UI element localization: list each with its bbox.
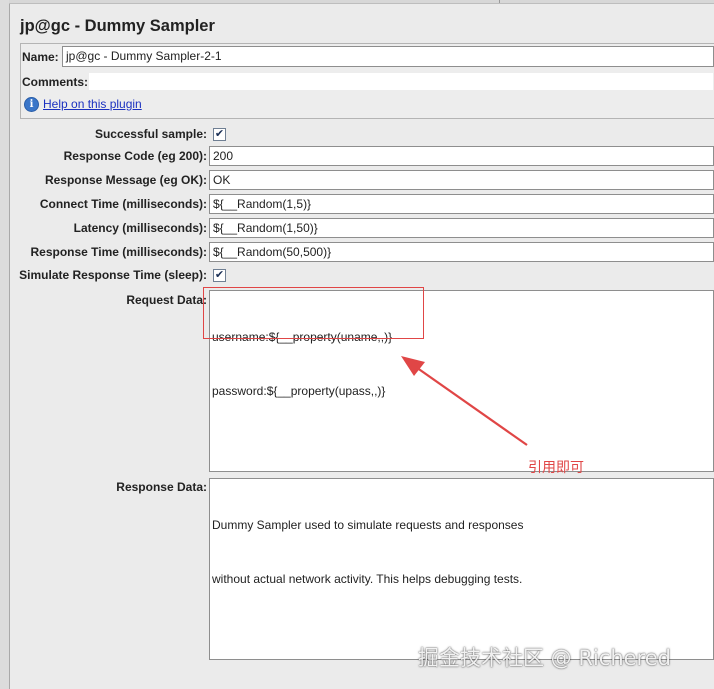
annotation-arrow-icon [401,356,528,446]
annotation-text: 引用即可 [528,460,584,476]
watermark: 掘金技术社区 @ Richered [418,646,671,670]
